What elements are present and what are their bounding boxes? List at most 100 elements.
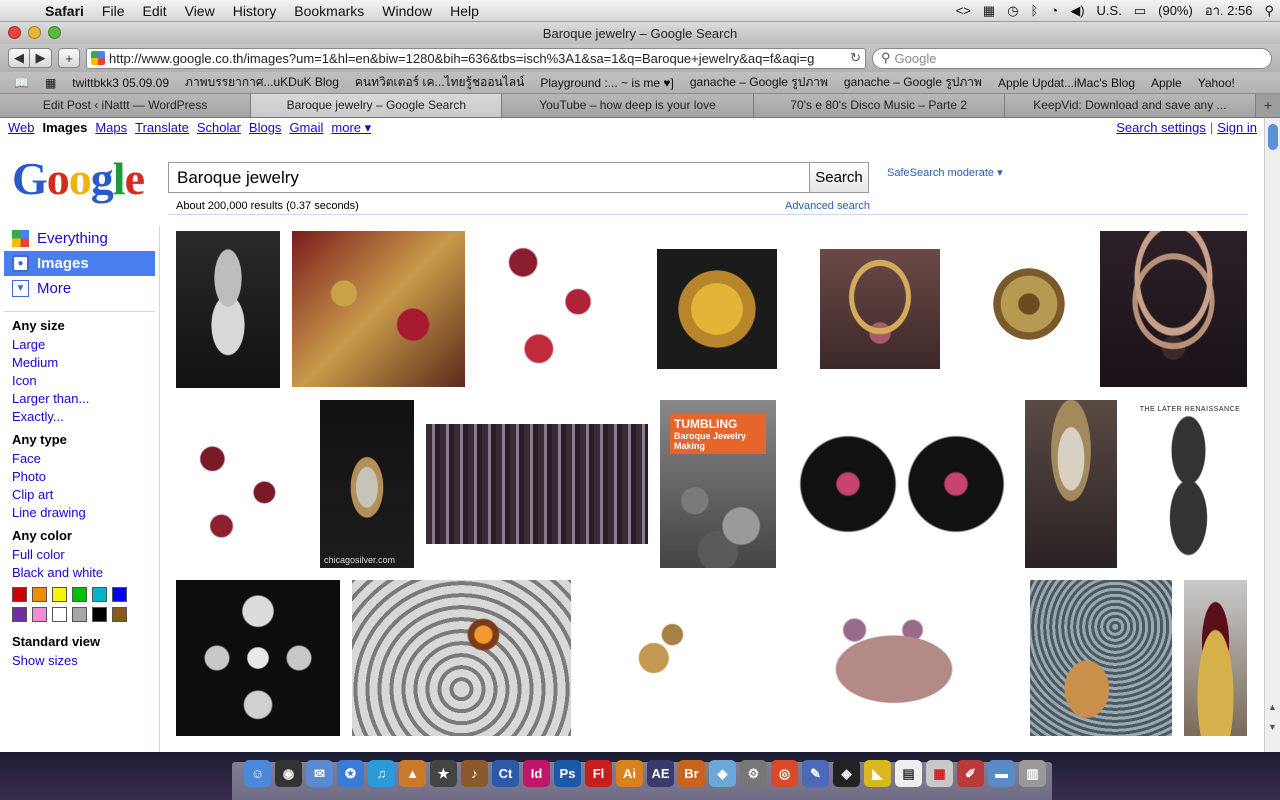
color-swatch-teal[interactable]	[92, 587, 107, 602]
tab-disco-music[interactable]: 70's e 80's Disco Music – Parte 2	[753, 94, 1005, 117]
color-swatch-purple[interactable]	[12, 607, 27, 622]
address-bar[interactable]: http://www.google.co.th/images?um=1&hl=e…	[86, 47, 866, 69]
clock[interactable]: อา. 2:56	[1199, 0, 1259, 21]
menu-help[interactable]: Help	[441, 3, 488, 19]
color-swatch-red[interactable]	[12, 587, 27, 602]
safari-icon[interactable]: ✪	[337, 760, 364, 787]
image-result[interactable]	[778, 602, 1010, 714]
scroll-down-arrow-icon[interactable]: ▼	[1268, 722, 1277, 732]
color-swatch-gray[interactable]	[72, 607, 87, 622]
image-result[interactable]: chicagosilver.com	[320, 400, 414, 568]
menu-window[interactable]: Window	[373, 3, 441, 19]
nav-gmail[interactable]: Gmail	[289, 120, 323, 136]
spotlight-icon[interactable]: ⚲	[1258, 3, 1280, 19]
new-tab-icon[interactable]: +	[1256, 94, 1280, 117]
nav-maps[interactable]: Maps	[95, 120, 127, 136]
image-result[interactable]	[1100, 231, 1247, 387]
imovie-icon[interactable]: ★	[430, 760, 457, 787]
calendar-icon[interactable]: ▦	[926, 760, 953, 787]
image-result[interactable]	[794, 406, 1010, 562]
image-result[interactable]	[176, 400, 306, 568]
zoom-window-button[interactable]	[48, 26, 61, 39]
nav-scholar[interactable]: Scholar	[197, 120, 241, 136]
mail-icon[interactable]: ✉	[306, 760, 333, 787]
nav-blogs[interactable]: Blogs	[249, 120, 282, 136]
contribute-icon[interactable]: Ct	[492, 760, 519, 787]
type-clip-art[interactable]: Clip art	[12, 486, 159, 504]
color-swatch-orange[interactable]	[32, 587, 47, 602]
type-line-drawing[interactable]: Line drawing	[12, 504, 159, 522]
trash-icon[interactable]: ▥	[1019, 760, 1046, 787]
reading-list-icon[interactable]: 📖	[6, 76, 37, 90]
image-result[interactable]	[598, 580, 722, 736]
bluetooth-icon[interactable]: ᛒ	[1025, 3, 1045, 18]
photoshop-icon[interactable]: Ps	[554, 760, 581, 787]
dashboard-icon[interactable]: ◉	[275, 760, 302, 787]
search-button[interactable]: Search	[809, 162, 869, 193]
pencil-app-icon[interactable]: ✐	[957, 760, 984, 787]
color-full[interactable]: Full color	[12, 546, 159, 564]
indesign-icon[interactable]: Id	[523, 760, 550, 787]
bookmark-item[interactable]: twittbkk3 05.09.09	[64, 76, 177, 90]
time-machine-icon[interactable]: ◷	[1001, 3, 1024, 19]
bookmark-item[interactable]: ภาพบรรยากาศ...uKDuK Blog	[177, 73, 347, 92]
menu-app-safari[interactable]: Safari	[36, 3, 93, 19]
finder-icon[interactable]: ☺	[244, 760, 271, 787]
image-result[interactable]	[820, 249, 940, 369]
color-black-white[interactable]: Black and white	[12, 564, 159, 582]
toolbar-search-field[interactable]: ⚲ Google	[872, 47, 1272, 69]
image-result[interactable]: TUMBLING Baroque Jewelry Making	[660, 400, 776, 568]
menu-history[interactable]: History	[224, 3, 286, 19]
image-result[interactable]	[476, 231, 633, 388]
bookmark-item[interactable]: คนทวิตเตอร์ เค...ไทยรู้ชออนไลน์	[347, 73, 532, 92]
wifi-icon[interactable]: ◔	[1044, 3, 1064, 18]
top-sites-grid-icon[interactable]: ▦	[37, 76, 64, 90]
image-result[interactable]	[657, 249, 777, 369]
bookmark-item[interactable]: ganache – Google รูปภาพ	[682, 73, 836, 92]
iphoto-icon[interactable]: ▲	[399, 760, 426, 787]
image-result[interactable]	[426, 424, 648, 544]
flash-icon[interactable]: Fl	[585, 760, 612, 787]
script-icon[interactable]: <>	[950, 3, 977, 18]
size-icon[interactable]: Icon	[12, 372, 159, 390]
battery-percent[interactable]: (90%)	[1152, 3, 1199, 18]
page-scrollbar[interactable]: ▲ ▼	[1264, 118, 1280, 752]
textedit-icon[interactable]: ▤	[895, 760, 922, 787]
utility-icon[interactable]: ✎	[802, 760, 829, 787]
image-result[interactable]	[1025, 400, 1117, 568]
add-bookmark-button[interactable]: +	[58, 48, 80, 68]
app-icon[interactable]: ◈	[833, 760, 860, 787]
search-settings-link[interactable]: Search settings	[1116, 120, 1206, 135]
image-result[interactable]	[1184, 580, 1247, 736]
image-result[interactable]	[352, 580, 571, 736]
spaces-icon[interactable]: ▦	[977, 3, 1001, 19]
image-result[interactable]	[176, 231, 280, 388]
size-large[interactable]: Large	[12, 336, 159, 354]
search-input[interactable]: Baroque jewelry	[168, 162, 809, 193]
bookmark-item[interactable]: ganache – Google รูปภาพ	[836, 73, 990, 92]
show-sizes-link[interactable]: Show sizes	[12, 652, 159, 670]
safesearch-dropdown[interactable]: SafeSearch moderate ▾	[887, 166, 1003, 179]
mode-more[interactable]: ▼ More	[4, 276, 155, 301]
garageband-icon[interactable]: ♪	[461, 760, 488, 787]
system-preferences-icon[interactable]: ⚙	[740, 760, 767, 787]
bridge-icon[interactable]: Br	[678, 760, 705, 787]
after-effects-icon[interactable]: AE	[647, 760, 674, 787]
back-button[interactable]: ◀	[8, 48, 30, 68]
mode-everything[interactable]: Everything	[4, 226, 155, 251]
google-logo[interactable]: Google	[12, 152, 145, 205]
bookmark-item[interactable]: Apple	[1143, 76, 1190, 90]
scroll-up-arrow-icon[interactable]: ▲	[1268, 702, 1277, 712]
address-url[interactable]: http://www.google.co.th/images?um=1&hl=e…	[109, 51, 846, 66]
image-result[interactable]: THE LATER RENAISSANCE	[1130, 400, 1247, 568]
nav-more[interactable]: more ▾	[331, 120, 371, 136]
type-face[interactable]: Face	[12, 450, 159, 468]
color-swatch-pink[interactable]	[32, 607, 47, 622]
size-larger-than[interactable]: Larger than...	[12, 390, 159, 408]
menu-view[interactable]: View	[176, 3, 224, 19]
color-swatch-blue[interactable]	[112, 587, 127, 602]
image-result[interactable]	[292, 231, 465, 387]
nav-translate[interactable]: Translate	[135, 120, 189, 136]
preview-icon[interactable]: ◆	[709, 760, 736, 787]
minimize-window-button[interactable]	[28, 26, 41, 39]
